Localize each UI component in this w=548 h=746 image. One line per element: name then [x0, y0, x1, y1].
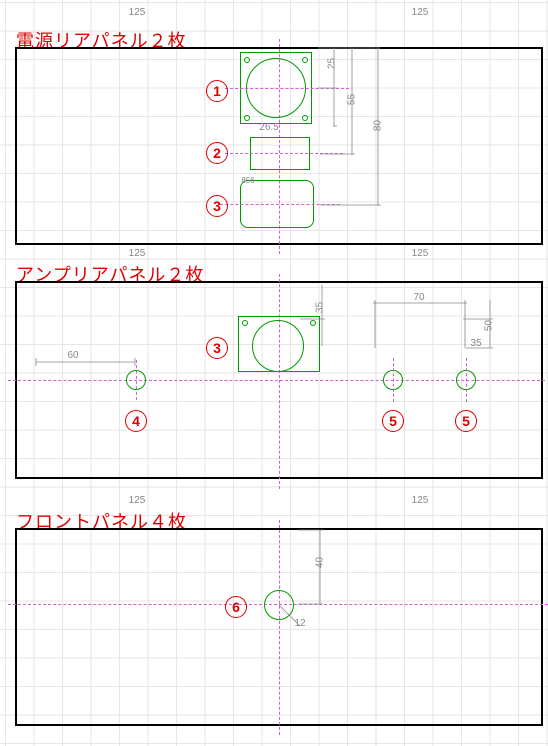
- dim-40: 40: [315, 553, 326, 573]
- p3-dims-svg: [0, 0, 548, 746]
- dim-12: 12: [291, 618, 309, 629]
- drawing-stage: 電源リアパネル２枚 125 125 1 2 3 25 55 80 26.5 85…: [0, 0, 548, 746]
